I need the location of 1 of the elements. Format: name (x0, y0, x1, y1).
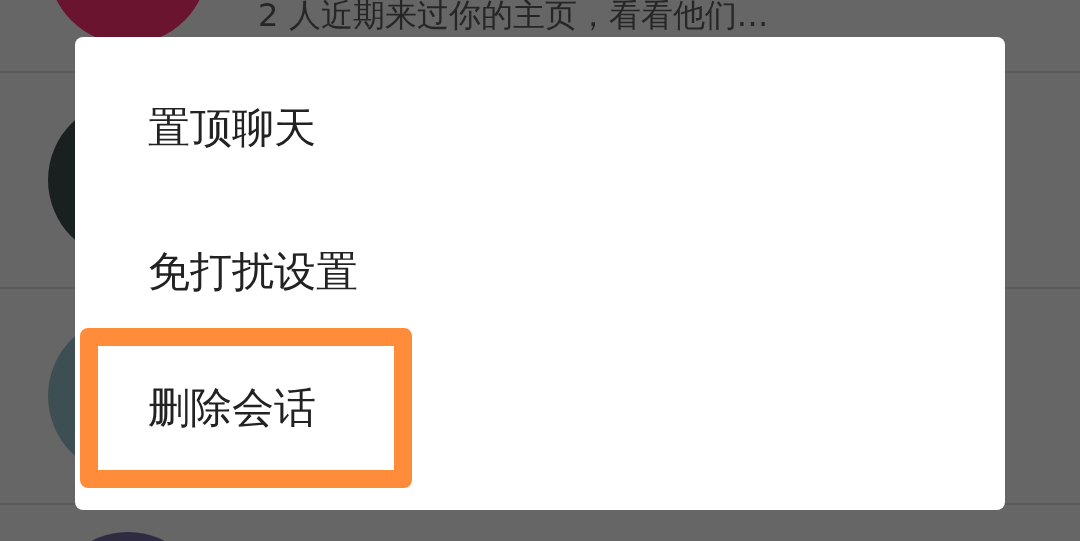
menu-item[interactable]: 删除会话 (80, 328, 412, 488)
